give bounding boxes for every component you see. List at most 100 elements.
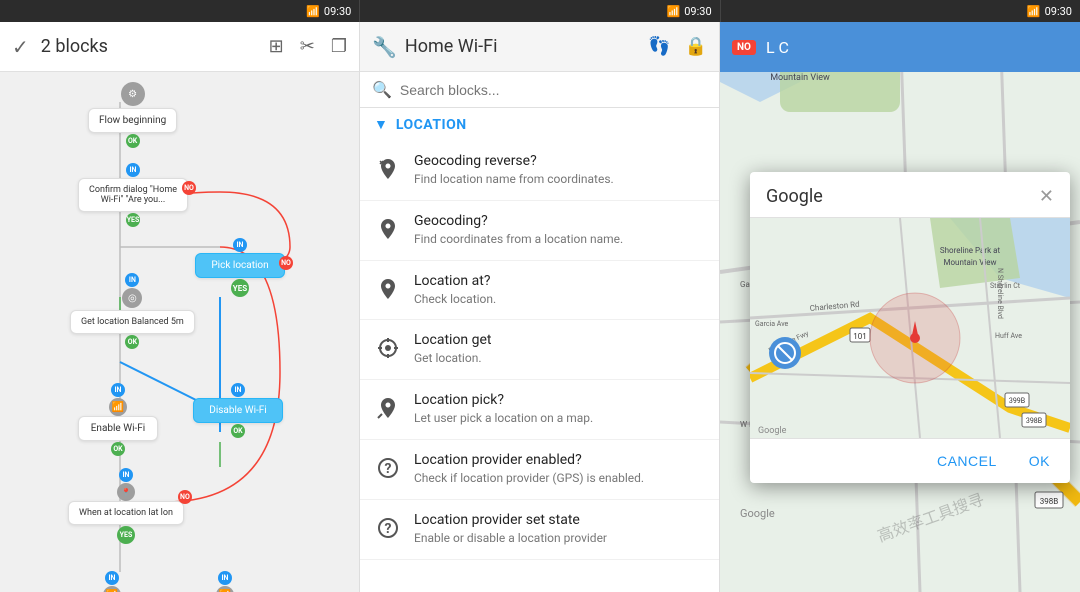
block-text-geocoding-reverse: Geocoding reverse? Find location name fr… bbox=[414, 153, 705, 188]
node-get-location[interactable]: IN ◎ Get location Balanced 5m OK bbox=[70, 272, 195, 350]
svg-text:101: 101 bbox=[853, 332, 867, 341]
no-badge: NO bbox=[732, 40, 756, 55]
block-item-location-pick[interactable]: Location pick? Let user pick a location … bbox=[360, 380, 719, 440]
wifi-icon-3: 📶 bbox=[216, 586, 234, 592]
gear-icon-flow: ⚙ bbox=[121, 82, 145, 106]
node-box-disablewifi1: Disable Wi-Fi bbox=[193, 398, 283, 423]
signal-icon-2: 📶 bbox=[667, 5, 681, 18]
search-bar[interactable]: 🔍 bbox=[360, 72, 719, 108]
node-box-flow-beginning: Flow beginning bbox=[88, 108, 177, 133]
block-name-location-provider-enabled: Location provider enabled? bbox=[414, 452, 705, 468]
svg-text:398B: 398B bbox=[1026, 417, 1042, 425]
dot-ok-getloc: OK bbox=[125, 335, 139, 349]
dot-no-pickloc: NO bbox=[279, 256, 293, 270]
dot-yes-whenat: YES bbox=[117, 526, 135, 544]
search-toolbar-right: 👣 🔒 bbox=[648, 36, 707, 57]
time-1: 09:30 bbox=[324, 5, 351, 18]
block-item-geocoding[interactable]: Geocoding? Find coordinates from a locat… bbox=[360, 201, 719, 261]
node-flow-beginning[interactable]: ⚙ Flow beginning OK bbox=[88, 82, 177, 149]
location-pick-icon bbox=[374, 394, 402, 422]
block-item-location-at[interactable]: Location at? Check location. bbox=[360, 261, 719, 321]
location-at-icon bbox=[374, 275, 402, 303]
dialog-map-background: Shoreline Park at Mountain View Charlest… bbox=[750, 218, 1070, 438]
block-text-location-pick: Location pick? Let user pick a location … bbox=[414, 392, 705, 427]
node-box-whenat: When at location lat lon bbox=[68, 501, 184, 525]
block-desc-location-provider-enabled: Check if location provider (GPS) is enab… bbox=[414, 470, 705, 487]
lock-icon[interactable]: 🔒 bbox=[685, 36, 707, 57]
svg-text:Google: Google bbox=[758, 426, 787, 436]
svg-text:Shoreline Park at: Shoreline Park at bbox=[940, 246, 1001, 255]
dot-ok-1: OK bbox=[126, 134, 140, 148]
svg-text:Mountain View: Mountain View bbox=[944, 258, 997, 267]
svg-text:?: ? bbox=[385, 461, 392, 477]
node-confirm-dialog[interactable]: IN Confirm dialog "Home Wi-Fi" "Are you.… bbox=[78, 162, 188, 228]
dialog-map-svg: Shoreline Park at Mountain View Charlest… bbox=[750, 218, 1070, 438]
map-panel: NO L C Cha bbox=[720, 22, 1080, 592]
flow-title: 2 blocks bbox=[41, 36, 257, 57]
block-text-location-at: Location at? Check location. bbox=[414, 273, 705, 308]
search-icon: 🔍 bbox=[372, 80, 392, 99]
block-item-location-get[interactable]: Location get Get location. bbox=[360, 320, 719, 380]
grid-icon[interactable]: ⊞ bbox=[269, 36, 284, 57]
dot-no-whenat: NO bbox=[178, 490, 192, 504]
wrench-icon: 🔧 bbox=[372, 35, 397, 59]
signal-icon-3: 📶 bbox=[1027, 5, 1041, 18]
block-text-location-get: Location get Get location. bbox=[414, 332, 705, 367]
svg-text:N Shoreline Blvd: N Shoreline Blvd bbox=[996, 268, 1004, 319]
block-desc-location-provider-set-state: Enable or disable a location provider bbox=[414, 530, 705, 547]
time-2: 09:30 bbox=[684, 5, 711, 18]
dot-in-whenat: IN bbox=[119, 468, 133, 482]
dot-ok-enablewifi1: OK bbox=[111, 442, 125, 456]
node-disable-wifi-2[interactable]: IN 📶 Disable Wi-Fi OK bbox=[185, 570, 265, 592]
block-item-geocoding-reverse[interactable]: Geocoding reverse? Find location name fr… bbox=[360, 141, 719, 201]
block-name-location-at: Location at? bbox=[414, 273, 705, 289]
cut-icon[interactable]: ✂ bbox=[300, 36, 315, 57]
dot-in-confirm: IN bbox=[126, 163, 140, 177]
dot-in-enablewifi1: IN bbox=[111, 383, 125, 397]
node-box-pickloc: Pick location bbox=[195, 253, 285, 278]
status-bar-3: 📶 09:30 bbox=[721, 0, 1080, 22]
status-bar: 📶 09:30 📶 09:30 📶 09:30 bbox=[0, 0, 1080, 22]
dialog-header: Google ✕ bbox=[750, 172, 1070, 218]
footstep-icon[interactable]: 👣 bbox=[648, 36, 670, 57]
svg-text:399B: 399B bbox=[1009, 397, 1025, 405]
status-bar-1: 📶 09:30 bbox=[0, 0, 360, 22]
node-enable-wifi-2[interactable]: IN 📶 Enable Wi-Fi OK bbox=[72, 570, 152, 592]
copy-icon[interactable]: ❐ bbox=[331, 36, 347, 57]
location-provider-enabled-icon: ? bbox=[374, 454, 402, 482]
block-item-location-provider-set-state[interactable]: ? Location provider set state Enable or … bbox=[360, 500, 719, 560]
svg-text:Garcia Ave: Garcia Ave bbox=[755, 320, 789, 328]
node-box-confirm: Confirm dialog "Home Wi-Fi" "Are you... bbox=[78, 178, 188, 212]
svg-text:Huff Ave: Huff Ave bbox=[995, 332, 1022, 340]
location-provider-set-state-icon: ? bbox=[374, 514, 402, 542]
node-disable-wifi-1[interactable]: IN Disable Wi-Fi OK bbox=[193, 382, 283, 439]
search-toolbar: 🔧 Home Wi-Fi 👣 🔒 bbox=[360, 22, 719, 72]
dot-in-getloc: IN bbox=[125, 273, 139, 287]
node-enable-wifi-1[interactable]: IN 📶 Enable Wi-Fi OK bbox=[78, 382, 158, 457]
search-input[interactable] bbox=[400, 82, 707, 98]
node-pick-location[interactable]: IN Pick location NO YES bbox=[195, 237, 285, 298]
flow-canvas: ⚙ Flow beginning OK IN Confirm dialog "H… bbox=[0, 72, 359, 592]
dot-in-pickloc: IN bbox=[233, 238, 247, 252]
search-panel: 🔧 Home Wi-Fi 👣 🔒 🔍 ▼ LOCATION Geocoding … bbox=[360, 22, 720, 592]
block-text-location-provider-set-state: Location provider set state Enable or di… bbox=[414, 512, 705, 547]
dot-yes-pickloc: YES bbox=[231, 279, 249, 297]
section-header-location[interactable]: ▼ LOCATION bbox=[360, 108, 719, 141]
ok-button[interactable]: OK bbox=[1021, 447, 1058, 475]
dialog-title: Google bbox=[766, 186, 823, 207]
close-icon[interactable]: ✕ bbox=[1039, 186, 1054, 207]
node-when-at-location[interactable]: IN 📍 When at location lat lon NO YES bbox=[68, 467, 184, 545]
dot-ok-disablewifi1: OK bbox=[231, 424, 245, 438]
block-desc-location-at: Check location. bbox=[414, 291, 705, 308]
dot-in-disablewifi2: IN bbox=[218, 571, 232, 585]
wifi-icon-2: 📶 bbox=[103, 586, 121, 592]
check-icon[interactable]: ✓ bbox=[12, 35, 29, 59]
block-name-location-get: Location get bbox=[414, 332, 705, 348]
dot-yes-confirm: YES bbox=[126, 213, 140, 227]
block-desc-location-pick: Let user pick a location on a map. bbox=[414, 410, 705, 427]
status-bar-2: 📶 09:30 bbox=[360, 0, 720, 22]
section-label: LOCATION bbox=[396, 117, 467, 133]
dialog-overlay: Google ✕ Shoreline Park at Mountain View bbox=[740, 62, 1080, 592]
block-item-location-provider-enabled[interactable]: ? Location provider enabled? Check if lo… bbox=[360, 440, 719, 500]
cancel-button[interactable]: Cancel bbox=[929, 447, 1005, 475]
